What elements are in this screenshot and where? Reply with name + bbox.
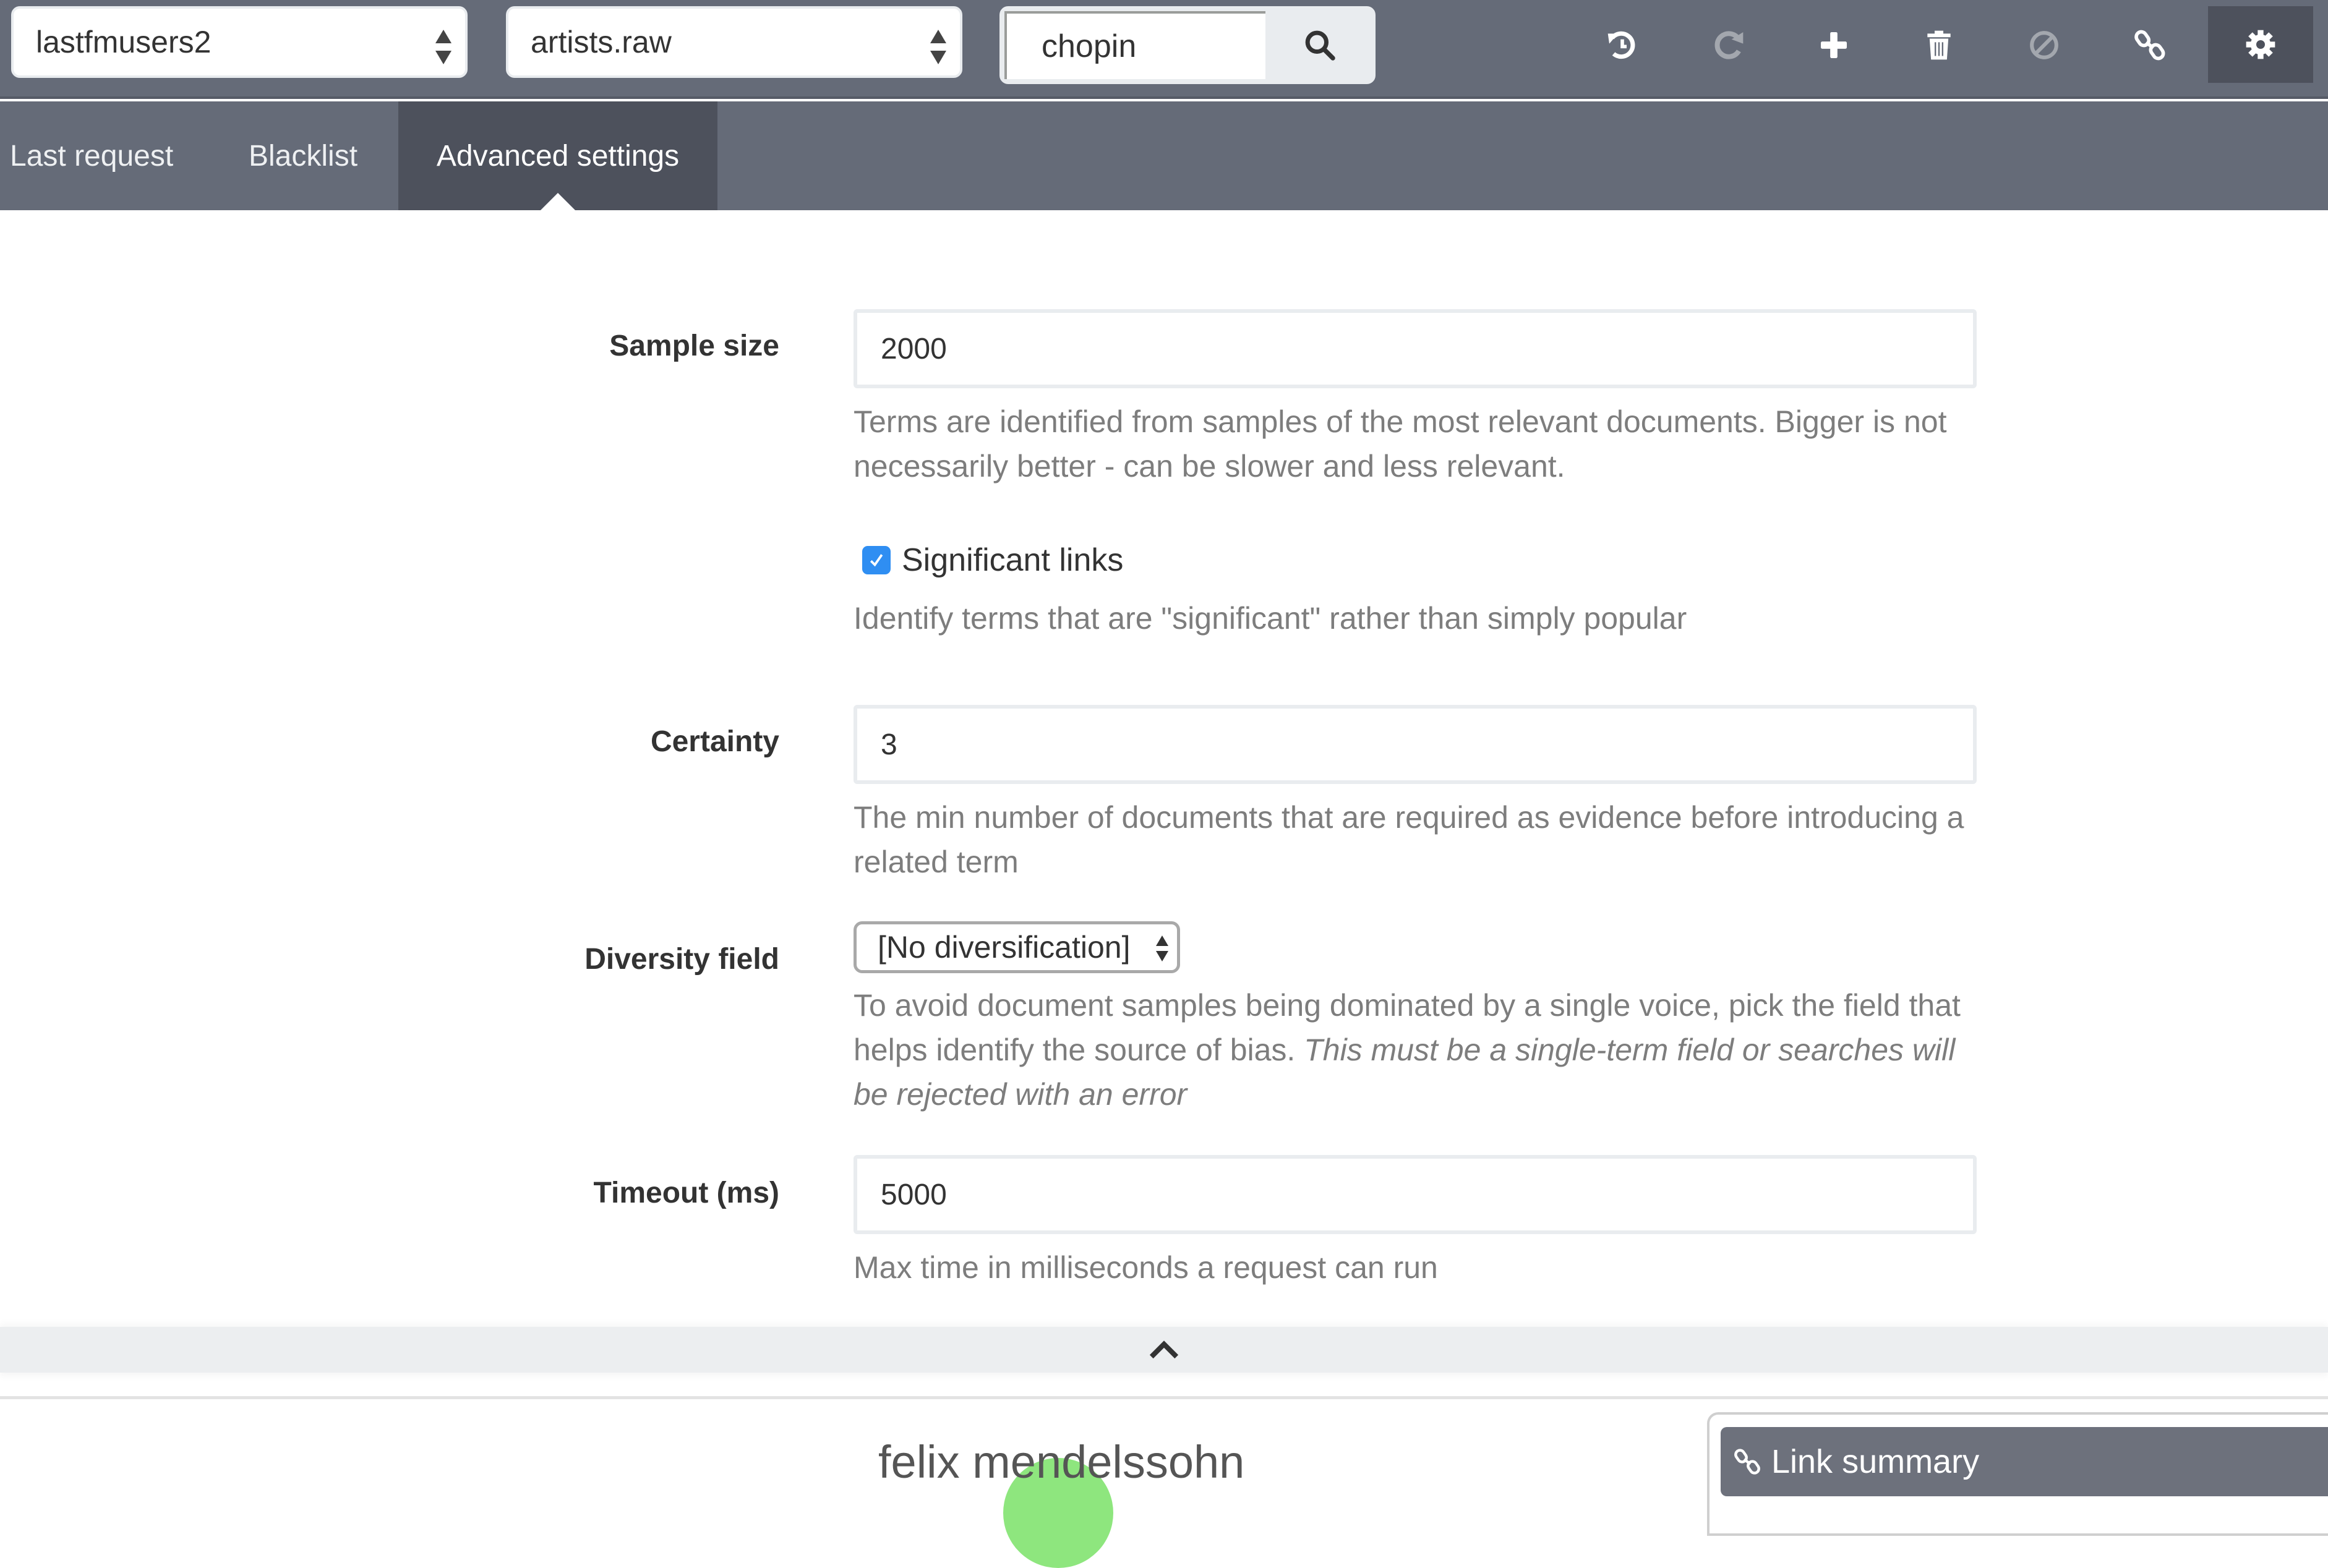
graph-node-label: felix mendelssohn (878, 1436, 1245, 1488)
link-summary-title: Link summary (1771, 1443, 1980, 1480)
chevron-up-icon (1149, 1340, 1179, 1359)
diversity-field-value: [No diversification] (878, 930, 1131, 965)
search-group (999, 6, 1376, 84)
sample-size-label: Sample size (609, 330, 779, 362)
section-divider (0, 1396, 2328, 1399)
link-summary-header[interactable]: Link summary (1721, 1427, 2328, 1496)
search-button[interactable] (1267, 9, 1373, 82)
timeout-input[interactable] (854, 1155, 1977, 1234)
blacklist-button[interactable] (1992, 7, 2097, 83)
plus-icon (1821, 32, 1847, 58)
select-arrows-icon (1156, 935, 1168, 961)
link-button[interactable] (2098, 7, 2203, 83)
search-input[interactable] (1004, 11, 1265, 79)
collapse-settings-bar[interactable] (0, 1327, 2328, 1373)
redo-button[interactable] (1676, 7, 1781, 83)
index-select[interactable]: lastfmusers2 (11, 6, 468, 78)
diversity-field-select[interactable]: [No diversification] (854, 921, 1180, 973)
sample-size-help: Terms are identified from samples of the… (854, 404, 1947, 484)
settings-button[interactable] (2208, 6, 2313, 83)
field-select[interactable]: artists.raw (506, 6, 962, 78)
ban-icon (2030, 31, 2058, 59)
add-button[interactable] (1781, 7, 1886, 83)
undo-button[interactable] (1570, 7, 1675, 83)
sample-size-input[interactable] (854, 309, 1977, 388)
checkmark-icon (870, 554, 883, 567)
index-select-value: lastfmusers2 (36, 25, 212, 59)
select-arrows-icon (930, 30, 946, 64)
diversity-field-help: To avoid document samples being dominate… (854, 983, 1979, 1117)
tab-advanced-settings[interactable]: Advanced settings (398, 101, 717, 210)
gear-icon (2246, 30, 2275, 59)
tab-label: Last request (10, 139, 174, 173)
certainty-help: The min number of documents that are req… (854, 800, 1964, 879)
significant-links-help: Identify terms that are "significant" ra… (854, 601, 1687, 636)
trash-icon (1927, 30, 1951, 60)
top-toolbar: lastfmusers2 artists.raw (0, 0, 2328, 99)
significant-links-label: Significant links (902, 542, 1124, 578)
significant-links-row: Significant links (862, 542, 1123, 579)
certainty-input[interactable] (854, 705, 1977, 784)
tab-bar: Last request Blacklist Advanced settings (0, 101, 2328, 210)
significant-links-checkbox[interactable] (862, 546, 891, 574)
diversity-field-label: Diversity field (584, 943, 779, 976)
tab-label: Advanced settings (436, 139, 680, 173)
select-arrows-icon (435, 30, 451, 64)
search-icon (1305, 30, 1335, 61)
timeout-label: Timeout (ms) (593, 1177, 779, 1209)
redo-icon (1714, 31, 1744, 59)
delete-button[interactable] (1886, 7, 1992, 83)
tab-last-request[interactable]: Last request (10, 101, 195, 210)
timeout-help: Max time in milliseconds a request can r… (854, 1250, 1438, 1285)
field-select-value: artists.raw (531, 25, 672, 59)
history-icon (1607, 31, 1635, 59)
tab-blacklist[interactable]: Blacklist (249, 101, 385, 210)
tab-label: Blacklist (249, 139, 358, 173)
certainty-label: Certainty (650, 725, 779, 758)
link-icon (2134, 30, 2165, 61)
link-icon (1734, 1449, 1760, 1475)
